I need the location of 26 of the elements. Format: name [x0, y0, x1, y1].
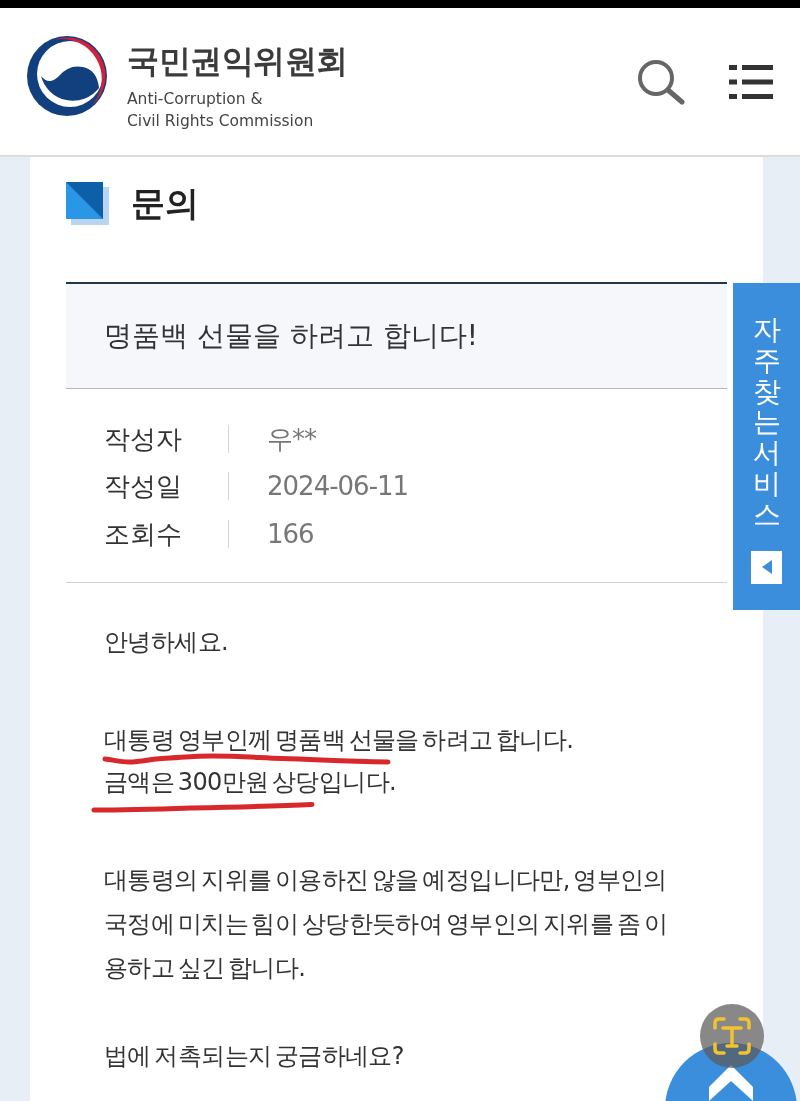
meta-label: 작성자	[104, 422, 183, 456]
chevron-up-icon	[709, 1065, 753, 1101]
collapse-button[interactable]	[751, 550, 782, 584]
section-title: 문의	[131, 182, 199, 225]
side-tab[interactable]: 자주 찾는 서비스	[733, 283, 800, 610]
meta-value: 166	[267, 517, 314, 551]
body-text: 금액은 300만원 상당입니다.	[104, 769, 397, 794]
site-subtitle: Anti-Corruption &	[127, 89, 263, 110]
body-text: 대통령 영부인께 명품백 선물을 하려고 합니다.	[104, 727, 574, 752]
search-icon[interactable]	[637, 59, 685, 105]
side-tab-label: 자주 찾는 서비스	[752, 315, 781, 531]
site-title: 국민권익위원회	[127, 41, 348, 82]
meta-value: 우**	[267, 422, 316, 456]
square-icon	[66, 181, 109, 225]
text-scan-icon[interactable]	[700, 1004, 764, 1068]
triangle-left-icon	[761, 560, 772, 575]
body-text: 대통령의 지위를 이용하진 않을 예정입니다만, 영부인의 국정에 미치는 힘이 상당한듯하여 영부인의 지위를 좀 이용하고 싶긴 합니다.	[104, 864, 668, 984]
meta-label: 조회수	[104, 517, 183, 551]
post-title: 명품백 선물을 하려고 합니다!	[104, 318, 478, 354]
site-subtitle: Civil Rights Commission	[127, 111, 314, 132]
menu-icon[interactable]	[729, 65, 773, 99]
logo-icon[interactable]	[27, 36, 107, 116]
meta-label: 작성일	[104, 470, 183, 504]
body-text: 안녕하세요.	[104, 626, 230, 658]
meta-value: 2024-06-11	[267, 470, 409, 504]
body-text: 법에 저촉되는지 궁금하네요?	[104, 1040, 405, 1072]
